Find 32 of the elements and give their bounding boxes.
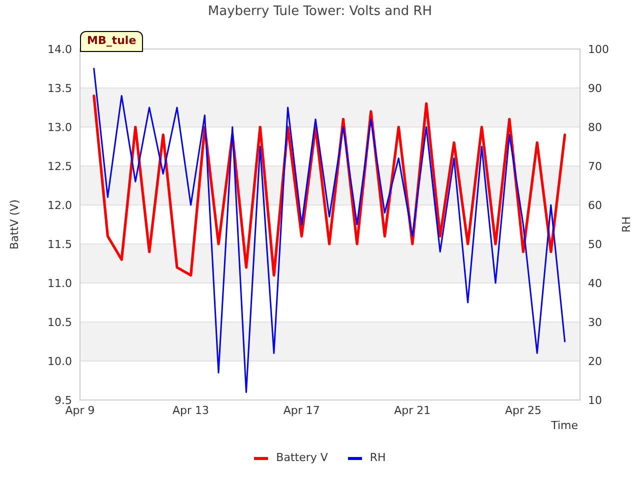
y-tick-label: 80 (588, 121, 602, 134)
y-tick-label: 13.0 (48, 121, 72, 134)
y-tick-label: 11.5 (48, 238, 72, 251)
y-tick-label: 10 (588, 394, 602, 407)
y-tick-label: 12.5 (48, 160, 72, 173)
legend-label: RH (370, 450, 386, 466)
y-tick-label: 10.0 (48, 355, 72, 368)
y-tick-label: 100 (588, 43, 609, 56)
x-tick-label: Apr 9 (65, 404, 95, 417)
station-tag: MB_tule (80, 31, 144, 52)
x-axis-label: Time (551, 419, 578, 432)
y-tick-label: 20 (588, 355, 602, 368)
y-tick-label: 14.0 (48, 43, 72, 56)
y-tick-label: 13.5 (48, 82, 72, 95)
y-tick-label: 12.0 (48, 199, 72, 212)
y-axis-label: RH (620, 216, 633, 232)
y-tick-label: 9.5 (54, 394, 72, 407)
y-tick-label: 60 (588, 199, 602, 212)
y-tick-label: 30 (588, 316, 602, 329)
y-axis-label: BattV (V) (8, 199, 21, 250)
y-tick-label: 50 (588, 238, 602, 251)
y-tick-label: 10.5 (48, 316, 72, 329)
y-tick-label: 11.0 (48, 277, 72, 290)
chart-title: Mayberry Tule Tower: Volts and RH (208, 3, 432, 22)
x-tick-label: Apr 21 (394, 404, 431, 417)
x-tick-label: Apr 17 (283, 404, 320, 417)
y-tick-label: 40 (588, 277, 602, 290)
y-tick-label: 70 (588, 160, 602, 173)
x-tick-label: Apr 25 (504, 404, 542, 417)
x-tick-label: Apr 13 (172, 404, 210, 417)
legend-label: Battery V (276, 450, 328, 466)
y-tick-label: 90 (588, 82, 602, 95)
